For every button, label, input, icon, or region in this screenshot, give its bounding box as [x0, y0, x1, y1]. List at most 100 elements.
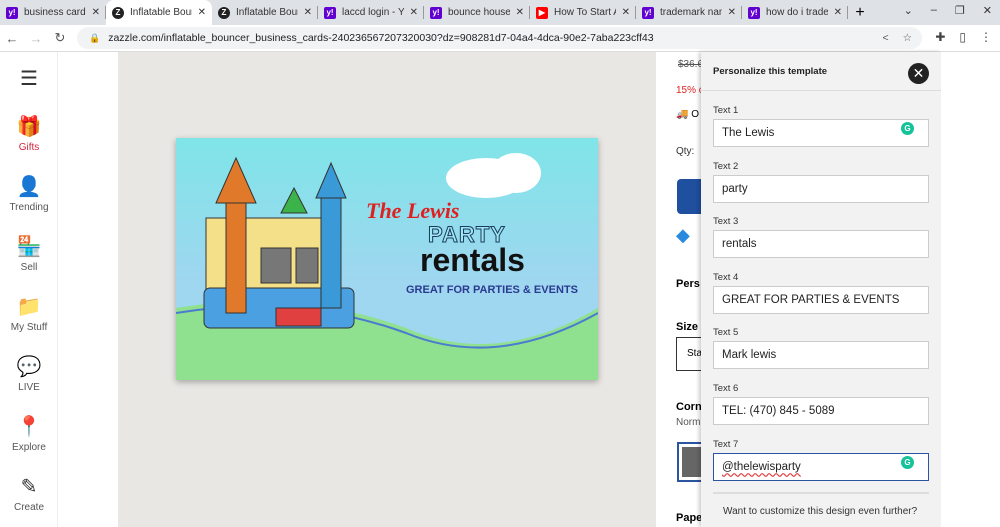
browser-tab[interactable]: y! trademark name ✕: [636, 0, 742, 25]
live-icon: 💬: [16, 356, 42, 378]
tab-title: How To Start A: [554, 7, 616, 18]
text-input[interactable]: Mark lewis: [713, 341, 929, 370]
customize-further-text: Want to customize this design even furth…: [723, 506, 918, 517]
grammarly-icon[interactable]: G: [901, 122, 914, 135]
back-button[interactable]: ←: [0, 31, 24, 46]
corners-value: Norm: [676, 417, 701, 428]
browser-tab[interactable]: Z Inflatable Bouncer ✕: [212, 0, 318, 25]
create-icon: ✎: [20, 476, 38, 498]
text-input[interactable]: TEL: (470) 845 - 5089: [713, 397, 929, 425]
text-field-2: Text 2 party: [713, 161, 929, 203]
menu-icon[interactable]: ⋮: [980, 30, 992, 44]
card-text-4: GREAT FOR PARTIES & EVENTS: [406, 284, 578, 296]
close-tab-icon[interactable]: ✕: [304, 7, 312, 18]
input-value: party: [722, 182, 748, 195]
bounce-house-illustration: [176, 153, 598, 380]
close-tab-icon[interactable]: ✕: [516, 7, 524, 18]
sidebar-label: Trending: [9, 202, 49, 213]
tab-title: laccd login - Yahoo: [342, 7, 404, 18]
forward-button[interactable]: →: [24, 31, 48, 46]
sell-icon: 🏪: [16, 236, 42, 258]
sidebar-label: Gifts: [18, 142, 40, 153]
panel-title: Personalize this template: [713, 66, 828, 77]
explore-icon: 📍: [16, 416, 42, 438]
business-card-preview: The Lewis PARTY rentals GREAT FOR PARTIE…: [176, 138, 598, 380]
input-value: GREAT FOR PARTIES & EVENTS: [722, 293, 900, 306]
text-input[interactable]: GREAT FOR PARTIES & EVENTS: [713, 285, 929, 314]
bookmark-star-icon[interactable]: ☆: [903, 32, 912, 44]
card-text-1: The Lewis: [366, 198, 460, 223]
sidebar-label: LIVE: [18, 382, 40, 393]
field-label: Text 5: [713, 327, 739, 339]
corners-heading: Corn: [676, 401, 702, 413]
close-panel-button[interactable]: ✕: [908, 63, 929, 84]
minimize-button[interactable]: –: [931, 4, 937, 17]
close-tab-icon[interactable]: ✕: [92, 7, 100, 18]
field-label: Text 1: [713, 105, 739, 116]
text-field-5: Text 5 Mark lewis: [713, 327, 929, 370]
sidebar-item-trending[interactable]: 👤 Trending: [0, 174, 58, 213]
input-value: The Lewis: [722, 127, 775, 139]
new-tab-button[interactable]: +: [848, 0, 872, 25]
text-input[interactable]: The Lewis G: [713, 119, 929, 147]
close-tab-icon[interactable]: ✕: [410, 7, 418, 18]
browser-tab[interactable]: y! bounce house ✕: [424, 0, 530, 25]
shipping-icon: 🚚 O: [676, 109, 700, 120]
input-value: Mark lewis: [722, 349, 777, 362]
personalize-panel: Personalize this template ✕ Text 1 The Le…: [701, 52, 941, 527]
hamburger-menu-icon[interactable]: ☰: [0, 66, 58, 94]
field-label: Text 6: [713, 383, 739, 394]
sidebar-item-gifts[interactable]: 🎁 Gifts: [0, 114, 58, 153]
tab-title: Inflatable Bouncer: [130, 7, 192, 18]
share-icon[interactable]: <: [882, 32, 888, 44]
sidebar-item-explore[interactable]: 📍 Explore: [0, 414, 58, 453]
sidebar-item-live[interactable]: 💬 LIVE: [0, 354, 58, 393]
tab-title: Inflatable Bouncer: [236, 7, 298, 18]
youtube-favicon-icon: ▶: [536, 6, 548, 19]
personalize-heading: Pers: [676, 278, 700, 290]
text-input[interactable]: party: [713, 174, 929, 203]
text-input[interactable]: @thelewisparty G: [713, 452, 929, 481]
grammarly-icon[interactable]: G: [901, 455, 914, 469]
browser-tab[interactable]: y! business cards ✕: [0, 0, 106, 25]
sidebar-item-create[interactable]: ✎ Create: [0, 474, 58, 513]
browser-tab[interactable]: y! how do i trademark ✕: [742, 0, 848, 25]
url-field[interactable]: 🔒 zazzle.com/inflatable_bouncer_business…: [77, 27, 922, 49]
my-stuff-icon: 📁: [16, 296, 42, 318]
trending-icon: 👤: [16, 176, 42, 198]
qty-label: Qty:: [676, 146, 695, 157]
product-options: $36.6 15% o 🚚 O Qty: ◆ Pers Size Sta Cor…: [656, 52, 716, 527]
gifts-icon: 🎁: [16, 116, 42, 138]
zazzle-favicon-icon: Z: [112, 6, 124, 19]
extensions-icon[interactable]: ✚: [935, 30, 945, 44]
tab-bar: y! business cards ✕ Z Inflatable Bouncer ✕ Z In…: [0, 0, 1000, 25]
browser-tab[interactable]: ▶ How To Start A ✕: [530, 0, 636, 25]
text-field-4: Text 4 GREAT FOR PARTIES & EVENTS: [713, 272, 929, 314]
sidebar-item-my-stuff[interactable]: 📁 My Stuff: [0, 294, 58, 333]
field-label: Text 4: [713, 271, 739, 283]
reload-button[interactable]: ↻: [48, 30, 72, 46]
url-text: zazzle.com/inflatable_bouncer_business_c…: [108, 32, 654, 44]
yahoo-favicon-icon: y!: [324, 6, 336, 19]
close-window-button[interactable]: ✕: [983, 4, 992, 17]
sidebar-item-sell[interactable]: 🏪 Sell: [0, 234, 58, 273]
text-field-1: Text 1 The Lewis G: [713, 105, 929, 147]
sidebar: ☰ 🎁 Gifts 👤 Trending 🏪 Sell 📁 My Stuff 💬 LIVE 📍 Exp…: [0, 52, 58, 527]
text-field-7: Text 7 @thelewisparty G: [713, 439, 929, 481]
browser-tab[interactable]: Z Inflatable Bouncer ✕: [106, 0, 212, 25]
close-tab-icon[interactable]: ✕: [728, 7, 736, 18]
field-label: Text 7: [713, 438, 739, 450]
side-panel-icon[interactable]: ▯: [959, 30, 966, 44]
yahoo-favicon-icon: y!: [642, 6, 654, 19]
restore-button[interactable]: ❐: [955, 4, 965, 17]
tab-search-icon[interactable]: ⌄: [904, 4, 913, 17]
sidebar-label: Sell: [20, 262, 38, 273]
text-field-6: Text 6 TEL: (470) 845 - 5089: [713, 383, 929, 425]
close-tab-icon[interactable]: ✕: [198, 7, 206, 18]
sidebar-label: Explore: [12, 442, 46, 453]
close-tab-icon[interactable]: ✕: [622, 7, 630, 18]
text-input[interactable]: rentals: [713, 230, 929, 259]
browser-tab[interactable]: y! laccd login - Yahoo ✕: [318, 0, 424, 25]
close-tab-icon[interactable]: ✕: [834, 7, 842, 18]
field-label: Text 3: [713, 216, 739, 228]
